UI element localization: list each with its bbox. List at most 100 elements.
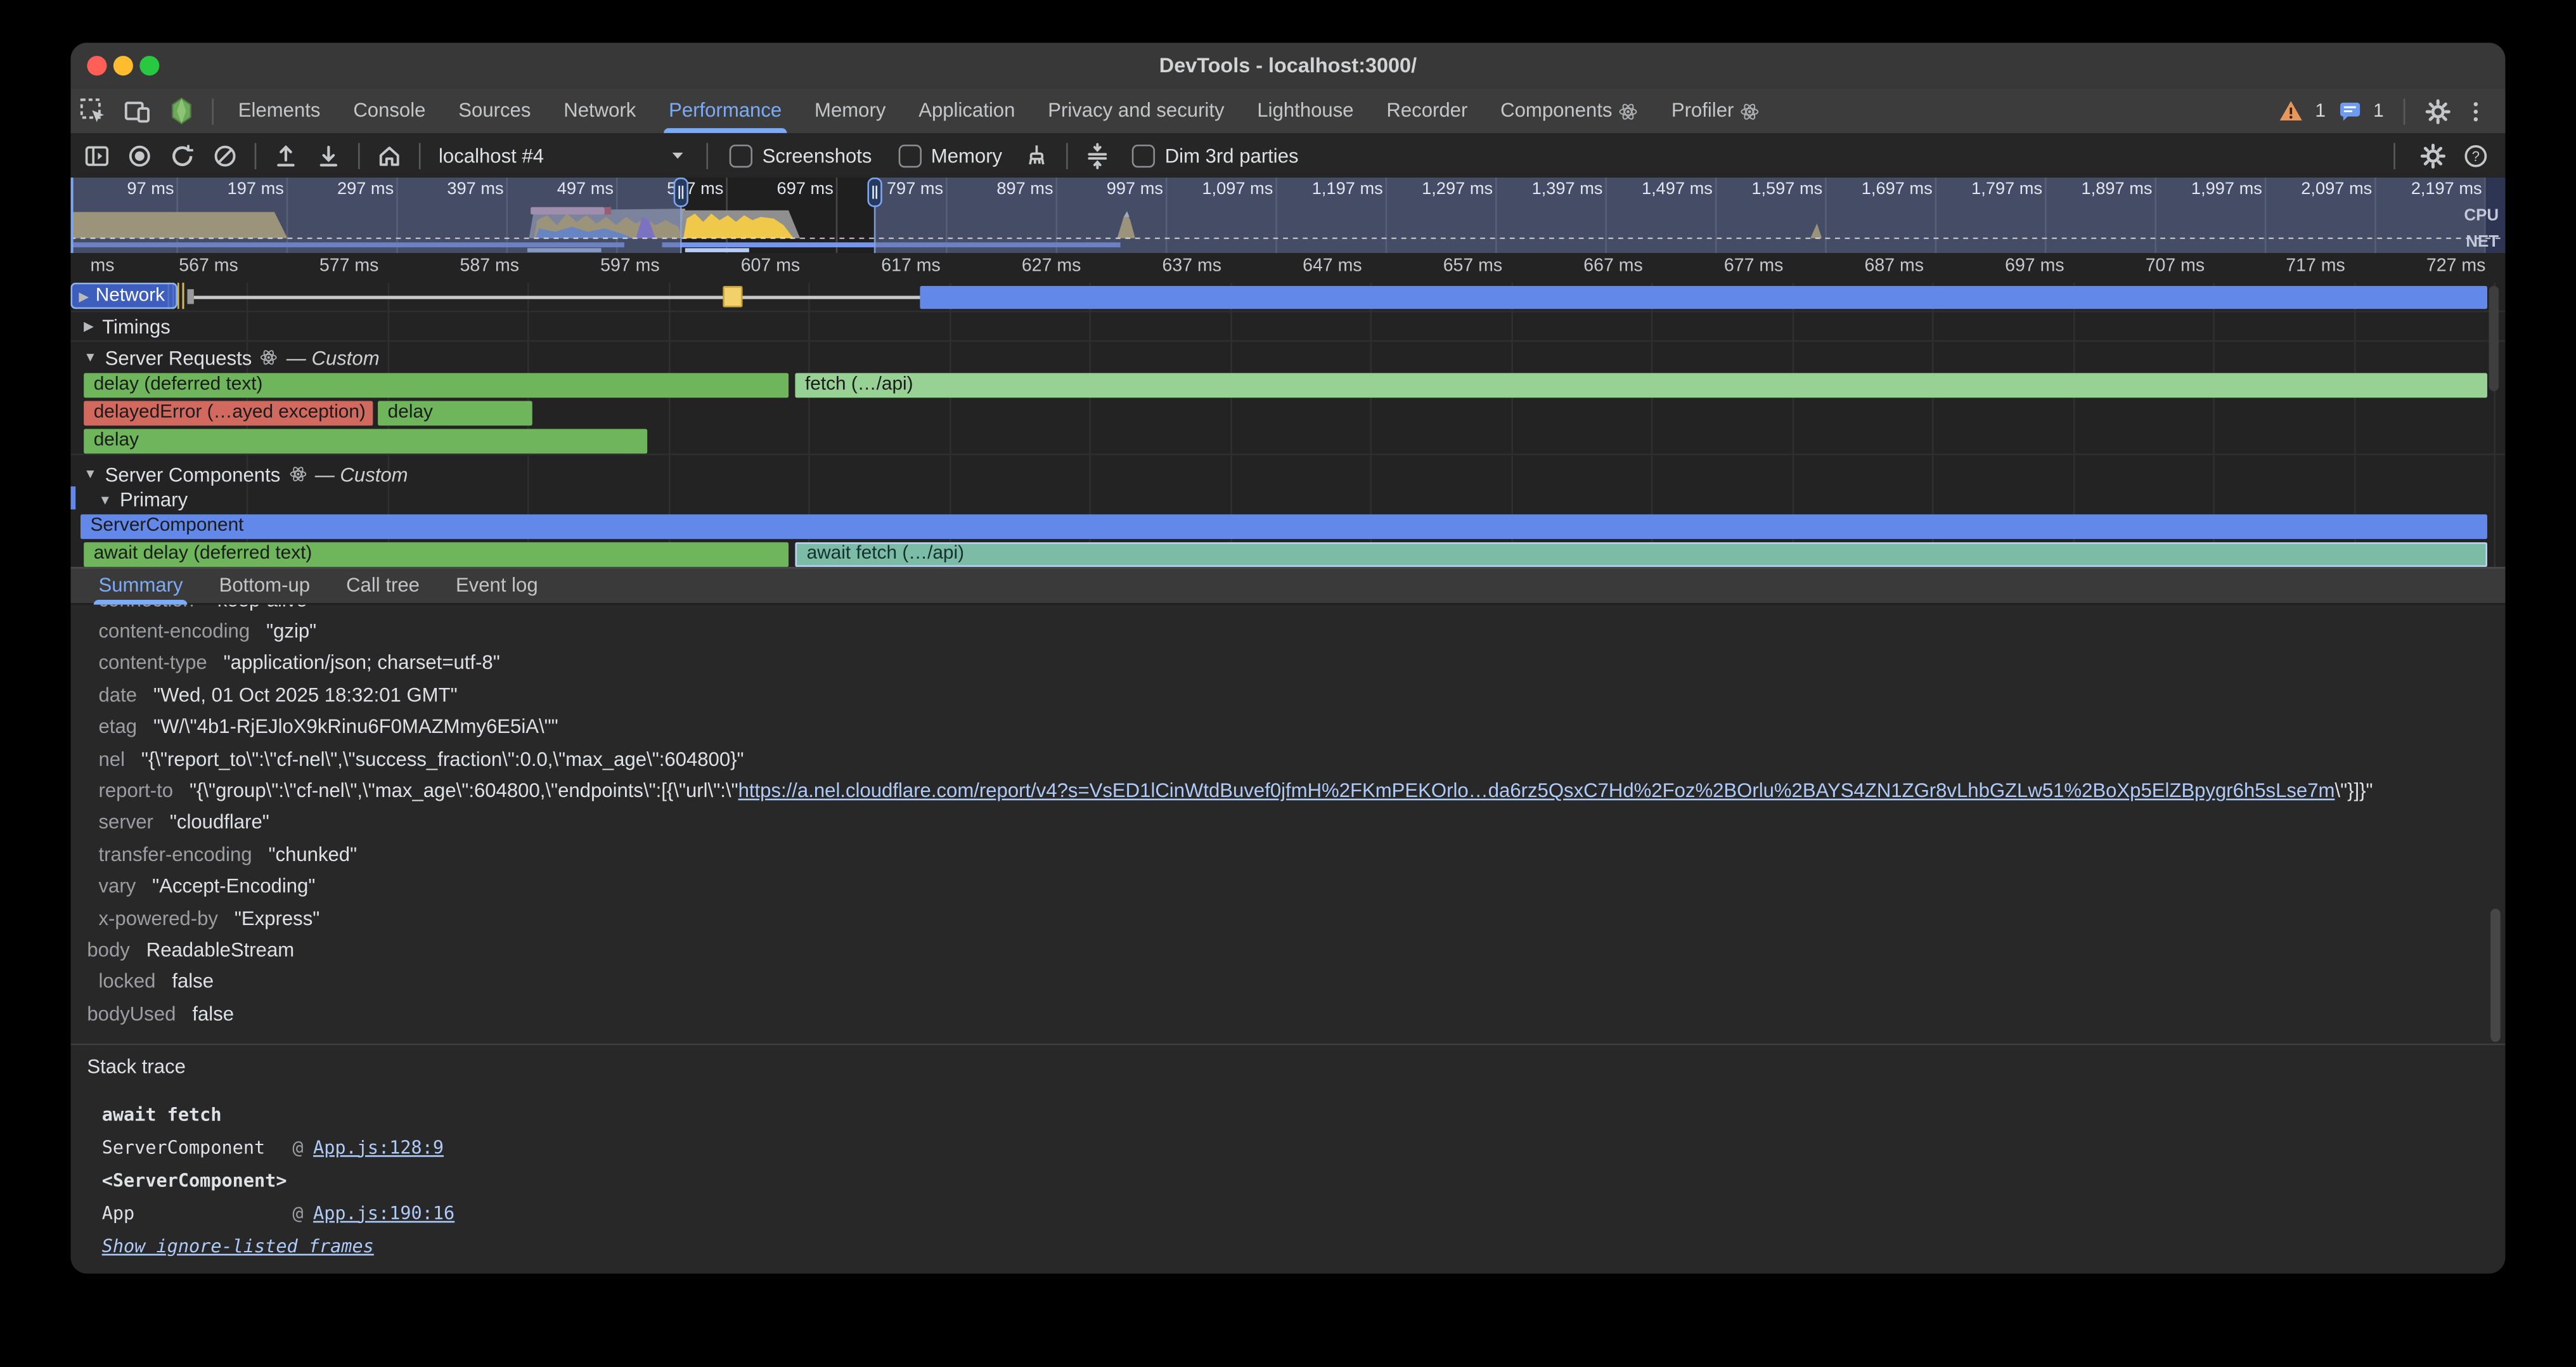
tab-elements[interactable]: Elements bbox=[222, 89, 337, 133]
summary-row-vary: vary"Accept-Encoding" bbox=[70, 870, 2505, 902]
event-bar-delay-3[interactable]: delay bbox=[84, 428, 647, 453]
main-tab-bar: Elements Console Sources NetworkPerformance… bbox=[70, 89, 2505, 133]
summary-row-server: server"cloudflare" bbox=[70, 807, 2505, 838]
frame-source-link[interactable]: App.js:190:16 bbox=[313, 1202, 454, 1224]
network-item-api-request[interactable] bbox=[920, 285, 2487, 308]
report-to-url-link[interactable]: https://a.nel.cloudflare.com/report/v4?s… bbox=[738, 779, 2335, 802]
tab-privacy-and-security[interactable]: Privacy and security bbox=[1031, 89, 1240, 133]
ruler-time-label: 587 ms bbox=[397, 256, 519, 276]
network-track[interactable]: ▶ Network bbox=[70, 283, 2505, 311]
toolbar-right bbox=[2385, 142, 2505, 168]
screenshots-label: Screenshots bbox=[763, 144, 872, 167]
tab-performance[interactable]: Performance bbox=[652, 89, 798, 133]
frame-at-symbol: @ bbox=[292, 1136, 303, 1158]
ruler-time-label: 577 ms bbox=[257, 256, 379, 276]
collapse-sections-icon[interactable] bbox=[1085, 142, 1111, 168]
inspect-element-icon[interactable] bbox=[79, 97, 106, 125]
tab-label: Sources bbox=[458, 89, 531, 133]
details-tab-label: Summary bbox=[99, 574, 183, 597]
settings-gear-icon[interactable] bbox=[2425, 98, 2450, 124]
issues-chat-icon[interactable] bbox=[2337, 99, 2362, 124]
tab-profiler[interactable]: Profiler bbox=[1655, 89, 1777, 133]
live-metrics-home-icon[interactable] bbox=[377, 142, 402, 168]
overview-time-label: 1,497 ms bbox=[1601, 179, 1713, 204]
ruler-time-label: 727 ms bbox=[2364, 256, 2486, 276]
server-components-header[interactable]: ▼ Server Components — Custom bbox=[70, 460, 2505, 488]
event-bar-await-fetch-selected[interactable]: await fetch (…/api) bbox=[795, 541, 2487, 566]
summary-key: date bbox=[99, 684, 138, 706]
timeline-overview[interactable]: 97 ms197 ms297 ms397 ms497 ms597 ms697 m… bbox=[70, 178, 2505, 253]
toggle-sidebar-icon[interactable] bbox=[84, 142, 110, 168]
record-button[interactable] bbox=[127, 142, 153, 168]
ruler-time-label: 667 ms bbox=[1521, 256, 1643, 276]
tab-components[interactable]: Components bbox=[1484, 89, 1655, 133]
tab-lighthouse[interactable]: Lighthouse bbox=[1240, 89, 1370, 133]
dim-label: Dim 3rd parties bbox=[1165, 144, 1299, 167]
tabbar-right: 1 1 bbox=[2279, 98, 2505, 124]
overview-time-label: 497 ms bbox=[502, 179, 614, 204]
dim-3rd-parties-checkbox[interactable]: Dim 3rd parties bbox=[1132, 144, 1299, 167]
clear-recording-button[interactable] bbox=[212, 142, 238, 168]
primary-subgroup-header[interactable]: ▼ Primary bbox=[70, 486, 2505, 512]
tab-console[interactable]: Console bbox=[337, 89, 442, 133]
server-requests-title: Server Requests bbox=[105, 346, 252, 369]
collapsed-arrow-icon: ▶ bbox=[79, 288, 89, 303]
timings-track[interactable]: ▶ Timings bbox=[70, 312, 2505, 340]
details-scrollbar-thumb[interactable] bbox=[2490, 909, 2501, 1042]
overview-time-label: 1,397 ms bbox=[1491, 179, 1602, 204]
ruler-time-label: 567 ms bbox=[117, 256, 238, 276]
details-tab-call-tree[interactable]: Call tree bbox=[328, 567, 438, 605]
network-item-yellow[interactable] bbox=[723, 285, 742, 307]
tab-recorder[interactable]: Recorder bbox=[1370, 89, 1484, 133]
summary-key: etag bbox=[99, 715, 138, 738]
collapsed-arrow-icon: ▶ bbox=[84, 319, 94, 334]
kebab-menu-icon[interactable] bbox=[2463, 98, 2489, 124]
event-bar-delay-2[interactable]: delay bbox=[378, 400, 532, 425]
event-bar-delay-deferred[interactable]: delay (deferred text) bbox=[84, 372, 789, 397]
help-icon[interactable] bbox=[2463, 142, 2489, 168]
server-requests-header[interactable]: ▼ Server Requests — Custom bbox=[70, 344, 2505, 372]
window-right-handle[interactable] bbox=[866, 178, 881, 207]
tab-label: Lighthouse bbox=[1257, 89, 1353, 133]
tab-sources[interactable]: Sources bbox=[442, 89, 547, 133]
stack-frame: <ServerComponent> bbox=[102, 1163, 455, 1196]
history-dropdown[interactable]: localhost #4 bbox=[439, 144, 688, 167]
cpu-lane-label: CPU bbox=[2464, 207, 2499, 226]
tab-label: Elements bbox=[238, 89, 321, 133]
network-track-header[interactable]: ▶ Network bbox=[70, 283, 177, 309]
event-bar-fetch-api[interactable]: fetch (…/api) bbox=[795, 372, 2487, 397]
details-tab-event-log[interactable]: Event log bbox=[437, 567, 556, 605]
collect-garbage-icon[interactable] bbox=[1024, 142, 1050, 168]
save-profile-icon[interactable] bbox=[316, 142, 342, 168]
reload-and-record-button[interactable] bbox=[169, 142, 195, 168]
flamechart-scrollbar-thumb[interactable] bbox=[2489, 286, 2499, 391]
summary-key: vary bbox=[99, 874, 136, 897]
memory-checkbox[interactable]: Memory bbox=[898, 144, 1002, 167]
event-bar-server-component[interactable]: ServerComponent bbox=[80, 514, 2487, 538]
react-atom-icon bbox=[1741, 101, 1760, 120]
divider bbox=[706, 142, 708, 168]
show-ignore-listed-frames-link[interactable]: Show ignore-listed frames bbox=[102, 1235, 374, 1257]
flame-chart[interactable]: ▶ Network ▶ Timings ▼ Server Requests — … bbox=[70, 283, 2505, 567]
event-bar-delayed-error[interactable]: delayedError (…ayed exception) bbox=[84, 400, 373, 425]
divider bbox=[255, 142, 257, 168]
window-left-handle[interactable] bbox=[673, 178, 687, 207]
ruler-time-label: 647 ms bbox=[1240, 256, 1362, 276]
capture-settings-gear-icon[interactable] bbox=[2420, 142, 2446, 168]
tab-memory[interactable]: Memory bbox=[798, 89, 902, 133]
details-tab-summary[interactable]: Summary bbox=[80, 567, 201, 605]
expanded-arrow-icon: ▼ bbox=[84, 350, 97, 365]
frame-source-link[interactable]: App.js:128:9 bbox=[313, 1136, 444, 1158]
load-profile-icon[interactable] bbox=[273, 142, 299, 168]
event-bar-await-delay[interactable]: await delay (deferred text) bbox=[84, 541, 789, 566]
tab-network[interactable]: Network bbox=[547, 89, 652, 133]
details-tab-bottom-up[interactable]: Bottom-up bbox=[201, 567, 328, 605]
selected-tab-underline bbox=[664, 128, 787, 133]
warning-icon[interactable] bbox=[2279, 99, 2303, 124]
device-toolbar-icon[interactable] bbox=[123, 97, 151, 125]
screenshots-checkbox[interactable]: Screenshots bbox=[730, 144, 872, 167]
extension-gem-icon[interactable] bbox=[167, 97, 195, 125]
tab-application[interactable]: Application bbox=[902, 89, 1031, 133]
summary-row-content-type: content-type"application/json; charset=u… bbox=[70, 647, 2505, 679]
tab-label: Recorder bbox=[1386, 89, 1467, 133]
